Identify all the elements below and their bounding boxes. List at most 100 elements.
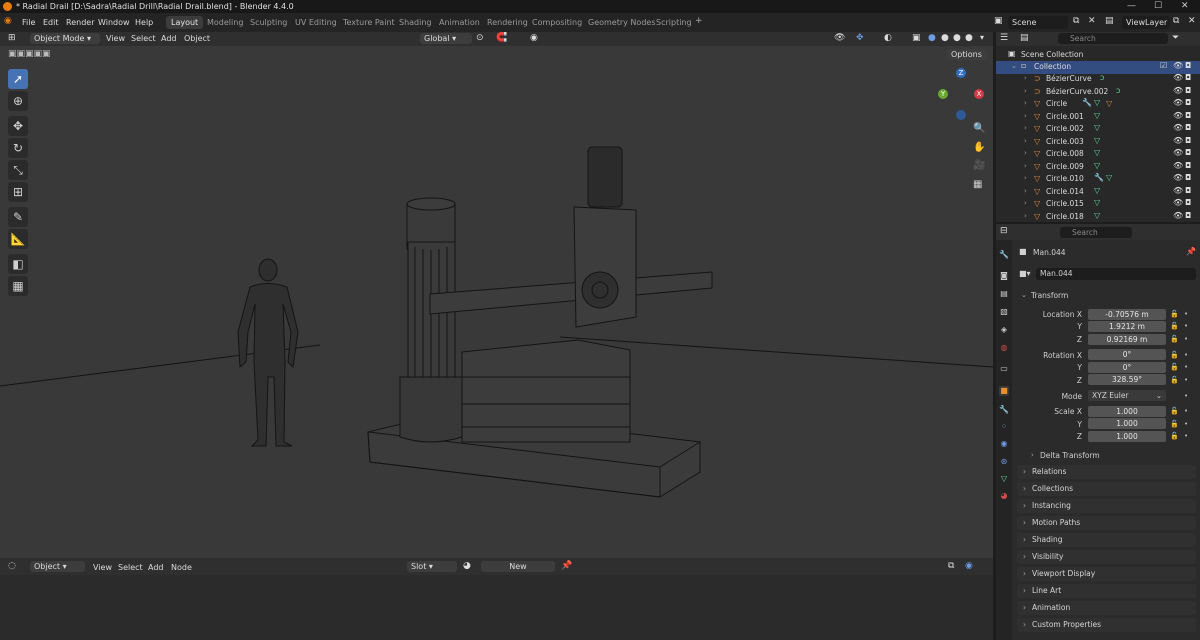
mode-dropdown[interactable]: Object Mode ▾ <box>30 33 100 44</box>
menu-add[interactable]: Add <box>161 34 177 43</box>
lock-icon[interactable]: 🔓 <box>1170 376 1179 384</box>
delta-transform-subpanel[interactable]: Delta Transform <box>1040 451 1100 460</box>
collection-expand-icon[interactable]: ⌄ <box>1011 62 1017 70</box>
outliner-collection[interactable]: ⌄ ▫ Collection ☑ 👁 ◘ <box>996 61 1200 74</box>
add-object-tool-icon[interactable]: ▦ <box>8 276 28 296</box>
select-mode-icons[interactable]: ▣▣▣▣▣ <box>8 49 51 59</box>
visibility-icon[interactable]: 👁 <box>1173 98 1183 107</box>
orientation-dropdown[interactable]: Global ▾ <box>420 33 472 44</box>
lock-icon[interactable]: 🔓 <box>1170 310 1179 318</box>
render-icon[interactable]: ◘ <box>1185 73 1191 82</box>
panel-animation[interactable]: › Animation <box>1017 601 1196 615</box>
expand-icon[interactable]: › <box>1024 149 1027 157</box>
list-item[interactable]: › ▽ Circle.008 ▽ 👁 ◘ <box>996 148 1200 161</box>
keyframe-dot-icon[interactable]: • <box>1184 335 1188 343</box>
list-item[interactable]: › ▽ Circle.010 🔧 ▽ 👁 ◘ <box>996 173 1200 186</box>
panel-custom-properties[interactable]: › Custom Properties <box>1017 618 1196 632</box>
menu-select[interactable]: Select <box>131 34 156 43</box>
overlay-icon[interactable]: ◐ <box>884 33 892 43</box>
expand-icon[interactable]: › <box>1024 99 1027 107</box>
pin-icon[interactable]: 📌 <box>561 561 572 571</box>
display-mode-icon[interactable]: ▤ <box>1020 33 1029 43</box>
render-icon[interactable]: ◘ <box>1185 86 1191 95</box>
panel-relations[interactable]: › Relations <box>1017 465 1196 479</box>
collection-visibility-icon[interactable]: 👁 <box>1173 61 1183 70</box>
gizmo-x-axis[interactable]: X <box>974 89 984 99</box>
list-item[interactable]: › ▽ Circle.018 ▽ 👁 ◘ <box>996 211 1200 224</box>
visibility-icon[interactable]: 👁 <box>1173 136 1183 145</box>
world-tab-icon[interactable]: ◍ <box>999 343 1009 353</box>
overlay-bottom-icon[interactable]: ◉ <box>965 561 973 571</box>
filter-icon[interactable]: ⏷ <box>1172 33 1179 43</box>
menu-render[interactable]: Render <box>66 18 94 27</box>
cursor-tool-icon[interactable]: ⊕ <box>8 91 28 111</box>
modifier-tab-icon[interactable]: 🔧 <box>999 405 1009 415</box>
visibility-icon[interactable]: 👁 <box>1173 198 1183 207</box>
menu-view[interactable]: View <box>106 34 125 43</box>
expand-icon[interactable]: › <box>1024 137 1027 145</box>
menu-help[interactable]: Help <box>135 18 153 27</box>
list-item[interactable]: › ▽ Circle.001 ▽ 👁 ◘ <box>996 111 1200 124</box>
view-layer-tab-icon[interactable]: ▧ <box>999 307 1009 317</box>
pan-hand-icon[interactable]: ✋ <box>973 142 985 153</box>
tab-animation[interactable]: Animation <box>434 16 485 29</box>
minimize-icon[interactable]: — <box>1127 1 1136 11</box>
render-icon[interactable]: ◘ <box>1185 161 1191 170</box>
panel-shading[interactable]: › Shading <box>1017 533 1196 547</box>
render-icon[interactable]: ◘ <box>1185 186 1191 195</box>
rotation-x-field[interactable]: 0° <box>1088 349 1166 360</box>
list-item[interactable]: › ▽ Circle 🔧 ▽ ▽ 👁 ◘ <box>996 98 1200 111</box>
keyframe-dot-icon[interactable]: • <box>1184 432 1188 440</box>
proportional-edit-icon[interactable]: ◉ <box>530 33 538 43</box>
list-item[interactable]: › ▽ Circle.014 ▽ 👁 ◘ <box>996 186 1200 199</box>
expand-icon[interactable]: › <box>1024 174 1027 182</box>
keyframe-dot-icon[interactable]: • <box>1184 363 1188 371</box>
lock-icon[interactable]: 🔓 <box>1170 335 1179 343</box>
render-icon[interactable]: ◘ <box>1185 148 1191 157</box>
panel-collections[interactable]: › Collections <box>1017 482 1196 496</box>
tab-layout[interactable]: Layout <box>166 16 204 29</box>
render-icon[interactable]: ◘ <box>1185 136 1191 145</box>
panel-visibility[interactable]: › Visibility <box>1017 550 1196 564</box>
rendered-shading-icon[interactable]: ● <box>965 33 973 43</box>
visibility-icon[interactable]: 👁 <box>1173 173 1183 182</box>
scene-tab-icon[interactable]: ◈ <box>999 325 1009 335</box>
gizmo-y-axis[interactable]: Y <box>938 89 948 99</box>
location-y-field[interactable]: 1.9212 m <box>1088 321 1166 332</box>
scale-z-field[interactable]: 1.000 <box>1088 431 1166 442</box>
collection-render-icon[interactable]: ◘ <box>1185 61 1191 70</box>
tab-texture-paint[interactable]: Texture Paint <box>338 16 400 29</box>
lock-icon[interactable]: 🔓 <box>1170 407 1179 415</box>
snap-icon[interactable]: 🧲 <box>496 33 507 43</box>
slot-dropdown[interactable]: Slot ▾ <box>407 561 457 572</box>
3d-viewport[interactable] <box>0 32 993 558</box>
rotation-z-field[interactable]: 328.59° <box>1088 374 1166 385</box>
pin-properties-icon[interactable]: 📌 <box>1186 247 1196 256</box>
expand-icon[interactable]: › <box>1024 187 1027 195</box>
scale-y-field[interactable]: 1.000 <box>1088 418 1166 429</box>
tab-geometry-nodes[interactable]: Geometry Nodes <box>583 16 660 29</box>
render-icon[interactable]: ◘ <box>1185 123 1191 132</box>
list-item[interactable]: › ▽ Circle.002 ▽ 👁 ◘ <box>996 123 1200 136</box>
list-item[interactable]: › ▽ Circle.009 ▽ 👁 ◘ <box>996 161 1200 174</box>
menu-window[interactable]: Window <box>98 18 130 27</box>
gizmo-z-axis[interactable]: Z <box>956 68 966 78</box>
expand-icon[interactable]: › <box>1024 87 1027 95</box>
scene-field[interactable]: Scene <box>1008 16 1068 29</box>
gizmo-neg-z[interactable] <box>956 110 966 120</box>
menu-edit[interactable]: Edit <box>43 18 59 27</box>
visibility-icon[interactable]: 👁 <box>1173 148 1183 157</box>
collection-tab-icon[interactable]: ▭ <box>999 364 1009 374</box>
close-icon[interactable]: ✕ <box>1181 1 1189 11</box>
list-item[interactable]: › ▽ Circle.015 ▽ 👁 ◘ <box>996 198 1200 211</box>
solid-shading-icon[interactable]: ● <box>941 33 949 43</box>
camera-view-icon[interactable]: 🎥 <box>973 160 985 171</box>
menu-object[interactable]: Object <box>184 34 210 43</box>
rotate-tool-icon[interactable]: ↻ <box>8 138 28 158</box>
measure-tool-icon[interactable]: 📐 <box>8 229 28 249</box>
shading-options-icon[interactable]: ▾ <box>980 33 984 42</box>
lock-icon[interactable]: 🔓 <box>1170 363 1179 371</box>
material-tab-icon[interactable]: ◕ <box>999 491 1009 501</box>
delete-scene-icon[interactable]: ✕ <box>1088 16 1096 26</box>
xray-icon[interactable]: ▣ <box>912 33 921 43</box>
